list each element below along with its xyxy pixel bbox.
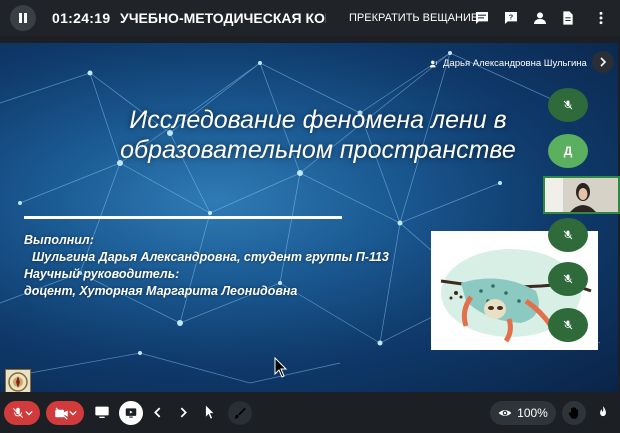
svg-text:?: ? [509,13,514,22]
slide-author-info: Выполнил: Шульгина Дарья Александровна, … [24,232,389,300]
participant-video-frame [545,178,618,212]
help-icon[interactable]: ? [502,9,520,27]
screen-share-button[interactable] [92,402,112,422]
flame-icon [600,406,606,417]
university-emblem [5,369,31,392]
top-bar: 01:24:19 УЧЕБНО-МЕТОДИЧЕСКАЯ КОНФ ПРЕКРА… [0,0,620,36]
participant-avatar-letter[interactable]: Д [548,134,588,168]
stop-broadcast-button[interactable]: ПРЕКРАТИТЬ ВЕЩАНИЕ [349,12,478,24]
draw-tool-button[interactable] [228,401,252,425]
user-icon[interactable] [531,9,549,27]
pause-button[interactable] [10,5,36,31]
presentation-icon [125,408,137,418]
mic-off-icon [563,320,573,330]
mouse-cursor-icon [274,357,288,378]
presentation-button[interactable] [119,401,143,425]
presenter-name: Дарья Александровна Шульгина [443,58,587,69]
pointer-icon [205,405,214,419]
chevron-left-icon [153,406,160,418]
student-text: Шульгина Дарья Александровна, студент гр… [32,250,389,264]
presenter-label: Дарья Александровна Шульгина [429,58,587,69]
reactions-button[interactable] [593,402,613,422]
slide-title-line-1: Исследование феномена лени в [129,106,507,134]
performed-label: Выполнил: [24,233,94,247]
slide-title-line-2: образовательном пространстве [120,136,516,164]
collapse-participants-button[interactable] [592,51,614,73]
next-slide-button[interactable] [173,402,193,422]
mic-off-icon [563,230,573,240]
previous-slide-button[interactable] [147,402,167,422]
chat-icon[interactable] [473,9,491,27]
slide-title: Исследование феномена лени в образовател… [118,105,518,165]
participant-video-tile[interactable] [543,176,620,214]
mic-off-icon [12,407,24,419]
more-vert-icon[interactable] [592,9,610,27]
presentation-slide: Исследование феномена лени в образовател… [0,43,618,392]
broadcast-timer: 01:24:19 [52,10,111,26]
bottom-toolbar: 100% [0,392,620,433]
pause-icon [19,13,27,23]
camera-toggle-button[interactable] [46,401,84,425]
chevron-down-icon [25,410,33,416]
chevron-right-icon [600,57,607,67]
brush-icon [234,407,246,419]
advisor-text: доцент, Хуторная Маргарита Леонидовна [24,284,298,298]
eye-icon [498,410,512,416]
microphone-toggle-button[interactable] [4,401,40,425]
zoom-level: 100% [517,406,548,420]
participant-tile[interactable] [548,308,588,342]
slide-divider [24,216,342,219]
participant-tile[interactable] [548,218,588,252]
pointer-tool-button[interactable] [200,402,220,422]
document-icon[interactable] [559,9,577,27]
mic-off-icon [563,100,573,110]
hand-icon [568,407,579,419]
camera-off-icon [54,406,68,420]
presenter-icon [429,60,438,67]
chevron-right-icon [180,406,187,418]
raise-hand-button[interactable] [562,401,586,425]
conference-title: УЧЕБНО-МЕТОДИЧЕСКАЯ КОНФ [120,10,326,26]
monitor-icon [95,406,109,418]
mic-off-icon [563,274,573,284]
chevron-down-icon [68,410,77,416]
advisor-label: Научный руководитель: [24,267,180,281]
participant-tile[interactable] [548,262,588,296]
participant-tile[interactable] [548,88,588,122]
avatar-letter: Д [563,144,573,158]
zoom-control[interactable]: 100% [490,401,556,425]
